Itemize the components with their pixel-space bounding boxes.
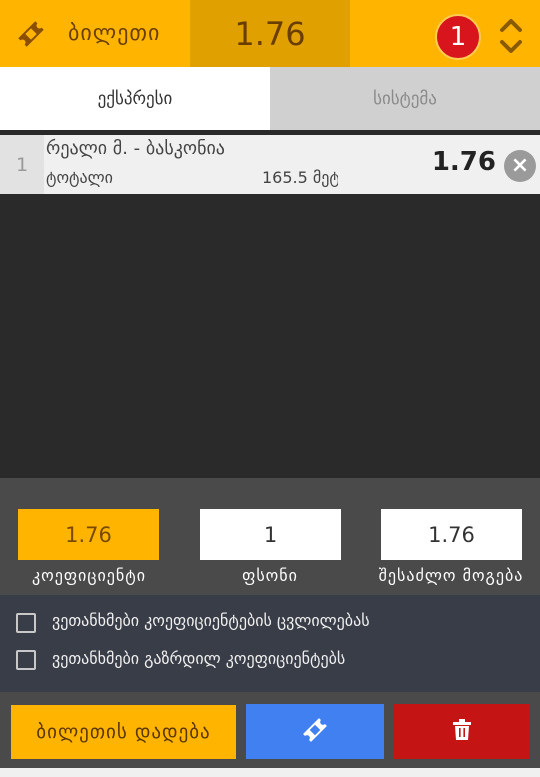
bet-number: 1 — [0, 135, 44, 194]
summary-odds-label: კოეფიციენტი — [31, 566, 146, 585]
place-bet-button[interactable]: ბილეთის დადება — [11, 705, 236, 759]
total-odds: 1.76 — [190, 0, 350, 67]
summary-odds-value: 1.76 — [18, 509, 159, 560]
save-ticket-button[interactable] — [246, 704, 384, 759]
betslip-title: ბილეთი — [68, 21, 161, 46]
tab-system[interactable]: სისტემა — [270, 67, 540, 130]
trash-icon — [452, 718, 472, 745]
bet-count-badge: 1 — [435, 14, 481, 60]
delete-ticket-button[interactable] — [394, 704, 530, 759]
accept-increased-odds-checkbox[interactable] — [16, 650, 36, 670]
accept-odds-change-checkbox[interactable] — [16, 613, 36, 633]
bet-market: ტოტალი — [46, 168, 113, 187]
bet-event-name: რეალი მ. - ბასკონია — [46, 138, 225, 159]
stake-label: ფსონი — [242, 566, 298, 585]
bet-odds: 1.76 — [431, 147, 496, 177]
betslip-title-area[interactable]: ბილეთი — [0, 0, 190, 67]
potential-win-label: შესაძლო მოგება — [378, 566, 524, 585]
accept-increased-odds-label[interactable]: ვეთანხმები გაზრდილ კოეფიციენტებს — [52, 649, 345, 668]
options-panel — [0, 595, 540, 692]
potential-win-value: 1.76 — [381, 509, 522, 560]
accept-odds-change-label[interactable]: ვეთანხმები კოეფიციენტების ცვლილებას — [52, 611, 370, 630]
bet-line: 165.5 მეტ — [262, 168, 338, 187]
stake-input[interactable]: 1 — [200, 509, 341, 560]
ticket-icon — [14, 17, 48, 51]
remove-bet-icon[interactable]: × — [504, 150, 536, 182]
bottom-edge — [0, 768, 540, 777]
ticket-icon — [300, 715, 330, 749]
expand-collapse-icon[interactable] — [498, 16, 524, 56]
tab-express[interactable]: ექსპრესი — [0, 67, 270, 130]
